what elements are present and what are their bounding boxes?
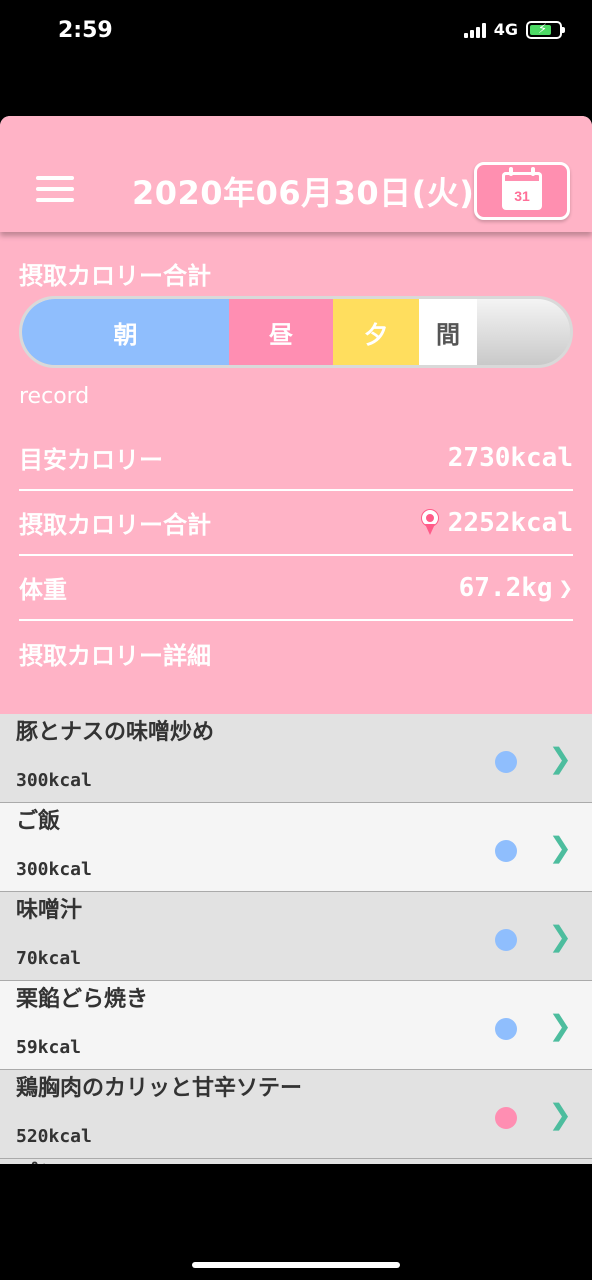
- menu-button[interactable]: [36, 176, 74, 204]
- summary-rows: 目安カロリー 2730kcal 摂取カロリー合計 2252kcal 体重 67.…: [19, 426, 573, 686]
- total-calorie-row: 摂取カロリー合計 2252kcal: [19, 491, 573, 556]
- chevron-right-icon[interactable]: ❯: [549, 742, 572, 775]
- chevron-right-icon[interactable]: ❯: [549, 1098, 572, 1131]
- app-screen: 2020年06月30日(火) 31 摂取カロリー合計 朝 昼 夕 間 recor…: [0, 116, 592, 1164]
- weight-value: 67.2kg: [458, 572, 553, 603]
- meal-dot-icon: [495, 751, 517, 773]
- food-name: 豚とナスの味噌炒め: [16, 720, 215, 745]
- total-calorie-value: 2252kcal: [447, 507, 573, 538]
- calorie-summary: 摂取カロリー合計 朝 昼 夕 間 record 目安カロリー 2730kcal …: [0, 232, 592, 714]
- row-label: 摂取カロリー合計: [19, 511, 211, 539]
- food-list: 豚とナスの味噌炒め 300kcal ❯ ご飯 300kcal ❯ 味噌汁 70k…: [0, 714, 592, 1164]
- row-label: 体重: [19, 576, 67, 604]
- calendar-icon-day: 31: [514, 187, 530, 204]
- battery-icon: ⚡: [526, 20, 565, 39]
- segment-breakfast: 朝: [22, 299, 229, 365]
- weight-row[interactable]: 体重 67.2kg ❯: [19, 556, 573, 621]
- list-item[interactable]: 豚とナスの味噌炒め 300kcal ❯: [0, 714, 592, 803]
- page-title-date: 2020年06月30日(火): [132, 174, 475, 212]
- food-kcal: 520kcal: [16, 1126, 92, 1147]
- chevron-right-icon: ❯: [558, 573, 573, 602]
- row-label: 摂取カロリー詳細: [19, 642, 211, 670]
- meal-dot-icon: [495, 929, 517, 951]
- food-kcal: 300kcal: [16, 770, 92, 791]
- app-header: 2020年06月30日(火) 31: [0, 116, 592, 232]
- chevron-right-icon[interactable]: ❯: [549, 831, 572, 864]
- calendar-button[interactable]: 31: [474, 162, 570, 220]
- calorie-detail-header: 摂取カロリー詳細: [19, 621, 573, 686]
- segment-lunch: 昼: [229, 299, 333, 365]
- list-item[interactable]: パン: [0, 1159, 592, 1164]
- award-pin-icon: [421, 509, 438, 536]
- home-indicator[interactable]: [192, 1262, 400, 1268]
- meal-dot-icon: [495, 1107, 517, 1129]
- network-type: 4G: [493, 20, 518, 39]
- menu-icon: [36, 176, 74, 180]
- food-name: 鶏胸肉のカリッと甘辛ソテー: [16, 1076, 303, 1101]
- food-name: 味噌汁: [16, 898, 83, 923]
- food-kcal: 300kcal: [16, 859, 92, 880]
- calendar-icon: 31: [502, 167, 542, 210]
- chevron-right-icon[interactable]: ❯: [549, 920, 572, 953]
- meal-dot-icon: [495, 1018, 517, 1040]
- list-item[interactable]: 鶏胸肉のカリッと甘辛ソテー 520kcal ❯: [0, 1070, 592, 1159]
- row-label: 目安カロリー: [19, 446, 163, 474]
- chevron-right-icon[interactable]: ❯: [549, 1009, 572, 1042]
- target-calorie-row: 目安カロリー 2730kcal: [19, 426, 573, 491]
- food-name: 栗餡どら焼き: [16, 987, 149, 1012]
- signal-icon: [463, 22, 486, 38]
- record-label: record: [19, 384, 90, 409]
- segment-snack: 間: [419, 299, 477, 365]
- segment-dinner: 夕: [333, 299, 419, 365]
- food-kcal: 59kcal: [16, 1037, 82, 1058]
- food-name: ご飯: [16, 809, 61, 834]
- status-bar: 2:59 4G ⚡: [0, 0, 592, 64]
- food-name: パン: [16, 1155, 61, 1164]
- meal-dot-icon: [495, 840, 517, 862]
- list-item[interactable]: 味噌汁 70kcal ❯: [0, 892, 592, 981]
- food-kcal: 70kcal: [16, 948, 82, 969]
- calorie-breakdown-bar: 朝 昼 夕 間: [19, 296, 573, 368]
- summary-title: 摂取カロリー合計: [19, 262, 211, 290]
- list-item[interactable]: ご飯 300kcal ❯: [0, 803, 592, 892]
- status-indicators: 4G ⚡: [463, 20, 565, 39]
- status-time: 2:59: [58, 18, 113, 43]
- target-calorie-value: 2730kcal: [447, 442, 573, 473]
- list-item[interactable]: 栗餡どら焼き 59kcal ❯: [0, 981, 592, 1070]
